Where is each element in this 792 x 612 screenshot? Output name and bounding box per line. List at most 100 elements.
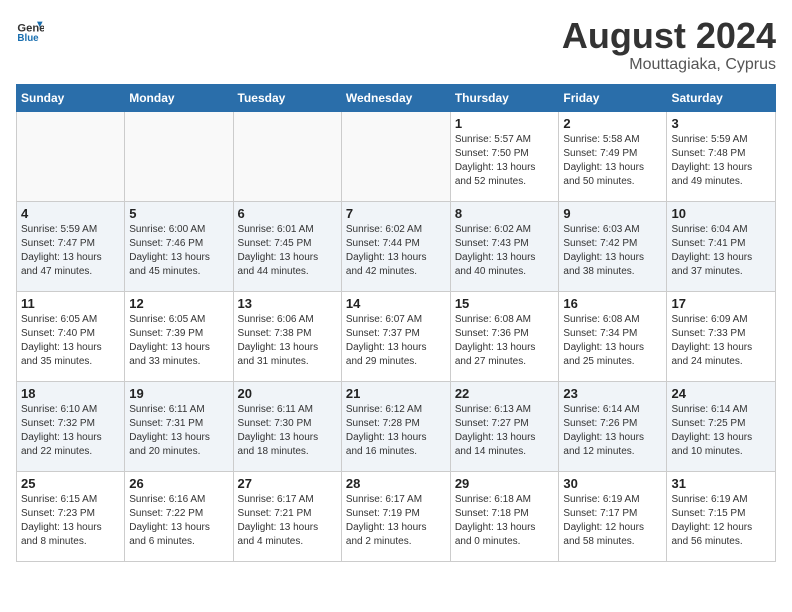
day-number: 17 bbox=[671, 296, 771, 311]
week-row-4: 18Sunrise: 6:10 AM Sunset: 7:32 PM Dayli… bbox=[17, 381, 776, 471]
day-number: 24 bbox=[671, 386, 771, 401]
cell-info: Sunrise: 6:02 AM Sunset: 7:44 PM Dayligh… bbox=[346, 223, 446, 279]
day-number: 21 bbox=[346, 386, 446, 401]
day-number: 16 bbox=[563, 296, 662, 311]
calendar-cell: 11 Sunrise: 6:05 AM Sunset: 7:40 PM Dayli… bbox=[17, 291, 125, 381]
cell-info: Sunrise: 6:13 AM Sunset: 7:27 PM Dayligh… bbox=[455, 403, 555, 459]
week-row-2: 4 Sunrise: 5:59 AM Sunset: 7:47 PM Daylig… bbox=[17, 201, 776, 291]
weekday-header-friday: Friday bbox=[559, 84, 667, 111]
week-row-3: 11 Sunrise: 6:05 AM Sunset: 7:40 PM Dayli… bbox=[17, 291, 776, 381]
day-number: 1 bbox=[455, 116, 555, 131]
cell-info: Sunrise: 5:59 AM Sunset: 7:47 PM Dayligh… bbox=[21, 223, 120, 279]
calendar-table: SundayMondayTuesdayWednesdayThursdayFrid… bbox=[16, 84, 776, 562]
calendar-cell: 17Sunrise: 6:09 AM Sunset: 7:33 PM Dayli… bbox=[667, 291, 776, 381]
day-number: 11 bbox=[21, 296, 120, 311]
day-number: 15 bbox=[455, 296, 555, 311]
calendar-cell bbox=[125, 111, 233, 201]
calendar-cell bbox=[341, 111, 450, 201]
calendar-cell: 30Sunrise: 6:19 AM Sunset: 7:17 PM Dayli… bbox=[559, 471, 667, 561]
calendar-cell: 6Sunrise: 6:01 AM Sunset: 7:45 PM Daylig… bbox=[233, 201, 341, 291]
day-number: 5 bbox=[129, 206, 228, 221]
calendar-cell: 12Sunrise: 6:05 AM Sunset: 7:39 PM Dayli… bbox=[125, 291, 233, 381]
week-row-1: 1 Sunrise: 5:57 AM Sunset: 7:50 PM Daylig… bbox=[17, 111, 776, 201]
cell-info: Sunrise: 5:58 AM Sunset: 7:49 PM Dayligh… bbox=[563, 133, 662, 189]
cell-info: Sunrise: 6:04 AM Sunset: 7:41 PM Dayligh… bbox=[671, 223, 771, 279]
day-number: 9 bbox=[563, 206, 662, 221]
cell-info: Sunrise: 6:12 AM Sunset: 7:28 PM Dayligh… bbox=[346, 403, 446, 459]
weekday-header-tuesday: Tuesday bbox=[233, 84, 341, 111]
calendar-cell: 19 Sunrise: 6:11 AM Sunset: 7:31 PM Dayli… bbox=[125, 381, 233, 471]
day-number: 3 bbox=[671, 116, 771, 131]
day-number: 23 bbox=[563, 386, 662, 401]
cell-info: Sunrise: 6:08 AM Sunset: 7:36 PM Dayligh… bbox=[455, 313, 555, 369]
cell-info: Sunrise: 6:03 AM Sunset: 7:42 PM Dayligh… bbox=[563, 223, 662, 279]
calendar-cell: 15 Sunrise: 6:08 AM Sunset: 7:36 PM Dayli… bbox=[450, 291, 559, 381]
day-number: 20 bbox=[238, 386, 337, 401]
page-header: General Blue August 2024 Mouttagiaka, Cy… bbox=[16, 16, 776, 74]
day-number: 25 bbox=[21, 476, 120, 491]
cell-info: Sunrise: 6:06 AM Sunset: 7:38 PM Dayligh… bbox=[238, 313, 337, 369]
calendar-cell: 23 Sunrise: 6:14 AM Sunset: 7:26 PM Dayli… bbox=[559, 381, 667, 471]
day-number: 2 bbox=[563, 116, 662, 131]
calendar-cell: 2 Sunrise: 5:58 AM Sunset: 7:49 PM Daylig… bbox=[559, 111, 667, 201]
day-number: 7 bbox=[346, 206, 446, 221]
logo: General Blue bbox=[16, 16, 44, 44]
logo-icon: General Blue bbox=[16, 16, 44, 44]
day-number: 8 bbox=[455, 206, 555, 221]
calendar-cell: 14 Sunrise: 6:07 AM Sunset: 7:37 PM Dayli… bbox=[341, 291, 450, 381]
cell-info: Sunrise: 6:16 AM Sunset: 7:22 PM Dayligh… bbox=[129, 493, 228, 549]
calendar-cell: 5Sunrise: 6:00 AM Sunset: 7:46 PM Daylig… bbox=[125, 201, 233, 291]
calendar-cell: 31 Sunrise: 6:19 AM Sunset: 7:15 PM Dayli… bbox=[667, 471, 776, 561]
cell-info: Sunrise: 6:17 AM Sunset: 7:19 PM Dayligh… bbox=[346, 493, 446, 549]
svg-text:Blue: Blue bbox=[17, 33, 39, 44]
day-number: 6 bbox=[238, 206, 337, 221]
cell-info: Sunrise: 6:18 AM Sunset: 7:18 PM Dayligh… bbox=[455, 493, 555, 549]
day-number: 4 bbox=[21, 206, 120, 221]
cell-info: Sunrise: 6:10 AM Sunset: 7:32 PM Dayligh… bbox=[21, 403, 120, 459]
calendar-cell: 27 Sunrise: 6:17 AM Sunset: 7:21 PM Dayli… bbox=[233, 471, 341, 561]
day-number: 14 bbox=[346, 296, 446, 311]
calendar-cell: 4 Sunrise: 5:59 AM Sunset: 7:47 PM Daylig… bbox=[17, 201, 125, 291]
day-number: 19 bbox=[129, 386, 228, 401]
calendar-cell: 24 Sunrise: 6:14 AM Sunset: 7:25 PM Dayli… bbox=[667, 381, 776, 471]
calendar-cell: 1 Sunrise: 5:57 AM Sunset: 7:50 PM Daylig… bbox=[450, 111, 559, 201]
day-number: 30 bbox=[563, 476, 662, 491]
calendar-cell: 16 Sunrise: 6:08 AM Sunset: 7:34 PM Dayli… bbox=[559, 291, 667, 381]
location-subtitle: Mouttagiaka, Cyprus bbox=[562, 56, 776, 74]
title-block: August 2024 Mouttagiaka, Cyprus bbox=[562, 16, 776, 74]
calendar-cell: 29 Sunrise: 6:18 AM Sunset: 7:18 PM Dayli… bbox=[450, 471, 559, 561]
cell-info: Sunrise: 6:14 AM Sunset: 7:26 PM Dayligh… bbox=[563, 403, 662, 459]
cell-info: Sunrise: 6:08 AM Sunset: 7:34 PM Dayligh… bbox=[563, 313, 662, 369]
cell-info: Sunrise: 5:57 AM Sunset: 7:50 PM Dayligh… bbox=[455, 133, 555, 189]
cell-info: Sunrise: 6:14 AM Sunset: 7:25 PM Dayligh… bbox=[671, 403, 771, 459]
day-number: 13 bbox=[238, 296, 337, 311]
weekday-header-row: SundayMondayTuesdayWednesdayThursdayFrid… bbox=[17, 84, 776, 111]
cell-info: Sunrise: 6:19 AM Sunset: 7:15 PM Dayligh… bbox=[671, 493, 771, 549]
cell-info: Sunrise: 6:11 AM Sunset: 7:30 PM Dayligh… bbox=[238, 403, 337, 459]
weekday-header-sunday: Sunday bbox=[17, 84, 125, 111]
day-number: 28 bbox=[346, 476, 446, 491]
calendar-cell: 7 Sunrise: 6:02 AM Sunset: 7:44 PM Daylig… bbox=[341, 201, 450, 291]
day-number: 31 bbox=[671, 476, 771, 491]
calendar-cell: 28 Sunrise: 6:17 AM Sunset: 7:19 PM Dayli… bbox=[341, 471, 450, 561]
cell-info: Sunrise: 6:15 AM Sunset: 7:23 PM Dayligh… bbox=[21, 493, 120, 549]
calendar-cell: 10 Sunrise: 6:04 AM Sunset: 7:41 PM Dayli… bbox=[667, 201, 776, 291]
day-number: 26 bbox=[129, 476, 228, 491]
cell-info: Sunrise: 6:02 AM Sunset: 7:43 PM Dayligh… bbox=[455, 223, 555, 279]
cell-info: Sunrise: 5:59 AM Sunset: 7:48 PM Dayligh… bbox=[671, 133, 771, 189]
day-number: 22 bbox=[455, 386, 555, 401]
calendar-cell: 26 Sunrise: 6:16 AM Sunset: 7:22 PM Dayli… bbox=[125, 471, 233, 561]
cell-info: Sunrise: 6:17 AM Sunset: 7:21 PM Dayligh… bbox=[238, 493, 337, 549]
cell-info: Sunrise: 6:07 AM Sunset: 7:37 PM Dayligh… bbox=[346, 313, 446, 369]
cell-info: Sunrise: 6:11 AM Sunset: 7:31 PM Dayligh… bbox=[129, 403, 228, 459]
day-number: 10 bbox=[671, 206, 771, 221]
week-row-5: 25 Sunrise: 6:15 AM Sunset: 7:23 PM Dayli… bbox=[17, 471, 776, 561]
day-number: 12 bbox=[129, 296, 228, 311]
weekday-header-thursday: Thursday bbox=[450, 84, 559, 111]
day-number: 27 bbox=[238, 476, 337, 491]
cell-info: Sunrise: 6:05 AM Sunset: 7:40 PM Dayligh… bbox=[21, 313, 120, 369]
day-number: 29 bbox=[455, 476, 555, 491]
month-year-title: August 2024 bbox=[562, 16, 776, 56]
calendar-cell bbox=[233, 111, 341, 201]
calendar-cell: 22 Sunrise: 6:13 AM Sunset: 7:27 PM Dayli… bbox=[450, 381, 559, 471]
